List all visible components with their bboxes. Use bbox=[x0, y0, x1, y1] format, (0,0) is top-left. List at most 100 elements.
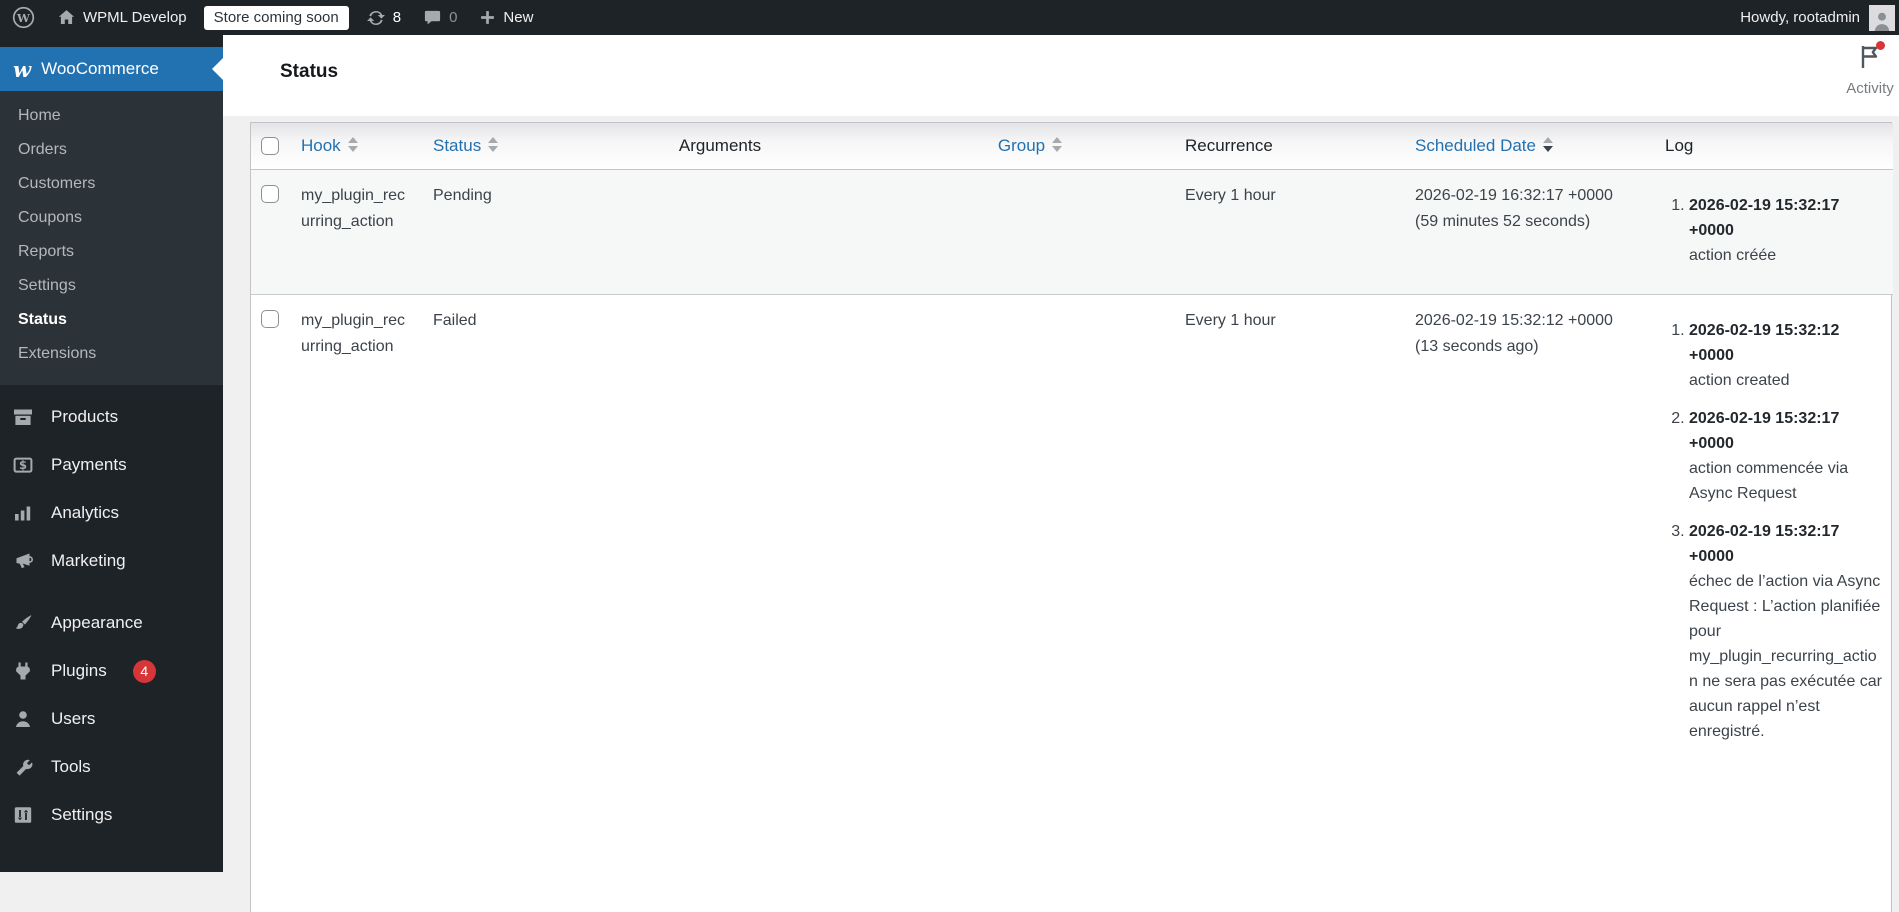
scheduled-relative: (59 minutes 52 seconds) bbox=[1415, 212, 1591, 230]
svg-text:$: $ bbox=[19, 458, 27, 472]
sidebar-item-settings[interactable]: Settings bbox=[0, 269, 223, 303]
status-cell: Pending bbox=[423, 169, 555, 295]
column-label: Arguments bbox=[678, 135, 762, 155]
updates-menu-item[interactable]: 8 bbox=[355, 0, 412, 35]
log-message: échec de l’action via Async Request : L’… bbox=[1689, 572, 1883, 740]
sidebar-item-orders[interactable]: Orders bbox=[0, 133, 223, 167]
sort-arrows-icon bbox=[488, 137, 499, 155]
sidebar-item-users[interactable]: Users bbox=[0, 695, 223, 743]
sidebar-item-status[interactable]: Status bbox=[0, 303, 223, 337]
avatar[interactable] bbox=[1869, 4, 1895, 31]
column-header-log: Log bbox=[1655, 123, 1893, 170]
log-cell: 2026-02-19 15:32:12 +0000action created2… bbox=[1655, 294, 1893, 770]
log-message: action commencée via Async Request bbox=[1689, 459, 1849, 502]
log-list: 2026-02-19 15:32:17 +0000 action créée bbox=[1665, 193, 1883, 268]
row-checkbox[interactable] bbox=[261, 184, 279, 203]
menu-separator bbox=[0, 585, 223, 599]
hook-cell: my_plugin_recurring_action bbox=[301, 311, 406, 355]
log-cell: 2026-02-19 15:32:17 +0000 action créée bbox=[1655, 169, 1893, 295]
log-entry: 2026-02-19 15:32:12 +0000 action created bbox=[1689, 318, 1883, 393]
column-label[interactable]: Hook bbox=[301, 136, 341, 155]
column-header-hook[interactable]: Hook bbox=[291, 123, 423, 170]
sidebar-item-appearance[interactable]: Appearance bbox=[0, 599, 223, 647]
activity-button[interactable]: Activity bbox=[1835, 41, 1899, 97]
sidebar-item-label: Marketing bbox=[51, 551, 126, 570]
log-entry: 2026-02-19 15:32:17 +0000 échec de l’acti… bbox=[1689, 519, 1883, 744]
settings-icon bbox=[14, 807, 32, 823]
select-all-checkbox[interactable] bbox=[261, 136, 279, 155]
sidebar-item-tools[interactable]: Tools bbox=[0, 743, 223, 791]
wordpress-logo-icon: W bbox=[12, 6, 35, 29]
log-entry: 2026-02-19 15:32:17 +0000 action créée bbox=[1689, 193, 1883, 268]
sidebar-item-label: Settings bbox=[51, 805, 113, 824]
column-header-group[interactable]: Group bbox=[885, 123, 1175, 170]
payments-icon: $ bbox=[13, 457, 33, 473]
sidebar-item-label: Users bbox=[51, 709, 96, 728]
log-entry: 2026-02-19 15:32:17 +0000 action commencé… bbox=[1689, 406, 1883, 506]
row-select-cell bbox=[251, 294, 291, 770]
sidebar-item-home[interactable]: Home bbox=[0, 99, 223, 133]
sidebar-item-plugins[interactable]: Plugins 4 bbox=[0, 647, 223, 695]
scheduled-datetime: 2026-02-19 16:32:17 +0000 bbox=[1415, 186, 1613, 204]
sidebar-item-products[interactable]: Products bbox=[0, 393, 223, 441]
new-label: New bbox=[503, 9, 534, 26]
home-icon bbox=[58, 10, 75, 24]
current-menu-arrow bbox=[212, 57, 224, 81]
column-label: Recurrence bbox=[1185, 135, 1273, 155]
sidebar-item-marketing[interactable]: Marketing bbox=[0, 537, 223, 585]
sidebar-item-coupons[interactable]: Coupons bbox=[0, 201, 223, 235]
woocommerce-logo-icon: w bbox=[13, 56, 32, 82]
tools-icon bbox=[16, 759, 33, 776]
wc-submenu: Home Orders Customers Coupons Reports Setting… bbox=[0, 91, 223, 385]
column-label[interactable]: Status bbox=[433, 136, 481, 155]
scheduled-relative: (13 seconds ago) bbox=[1415, 337, 1539, 355]
site-menu-item[interactable]: WPML Develop bbox=[46, 0, 198, 35]
sidebar-item-woocommerce[interactable]: w WooCommerce bbox=[0, 47, 224, 91]
page-header: Status Activity bbox=[223, 35, 1899, 116]
sidebar-item-analytics[interactable]: Analytics bbox=[0, 489, 223, 537]
new-menu-item[interactable]: New bbox=[468, 0, 544, 35]
hook-cell: my_plugin_recurring_action bbox=[291, 169, 423, 295]
column-header-status[interactable]: Status bbox=[423, 123, 555, 170]
howdy-text[interactable]: Howdy, rootadmin bbox=[1740, 9, 1860, 26]
sidebar-item-label: Plugins bbox=[51, 661, 107, 680]
log-message: action created bbox=[1689, 371, 1790, 389]
column-header-scheduled[interactable]: Scheduled Date bbox=[1405, 123, 1655, 170]
sidebar-item-customers[interactable]: Customers bbox=[0, 167, 223, 201]
column-header-recurrence: Recurrence bbox=[1175, 123, 1405, 170]
recurrence-cell: Every 1 hour bbox=[1185, 311, 1276, 329]
sort-arrows-icon bbox=[1542, 137, 1553, 155]
comments-menu-item[interactable]: 0 bbox=[412, 0, 468, 35]
main-menu: Products $ Payments Analytics Marketing Appea… bbox=[0, 385, 223, 839]
users-icon bbox=[16, 711, 30, 727]
wordpress-menu-item[interactable]: W bbox=[0, 0, 46, 35]
sort-arrows-icon bbox=[1052, 137, 1063, 155]
appearance-icon bbox=[15, 615, 32, 629]
svg-text:W: W bbox=[16, 11, 31, 25]
sidebar-item-extensions[interactable]: Extensions bbox=[0, 337, 223, 371]
sidebar-item-label: Payments bbox=[51, 455, 127, 474]
column-label[interactable]: Scheduled Date bbox=[1415, 136, 1536, 155]
sidebar-item-reports[interactable]: Reports bbox=[0, 235, 223, 269]
sidebar-item-label: Appearance bbox=[51, 613, 143, 632]
sidebar-item-label: Products bbox=[51, 407, 119, 426]
scheduled-date-cell: 2026-02-19 16:32:17 +0000 (59 minutes 52 … bbox=[1405, 169, 1655, 295]
arguments-cell bbox=[555, 294, 885, 770]
table-body: my_plugin_recurring_action Pending Every 1… bbox=[251, 169, 1893, 770]
log-list: 2026-02-19 15:32:12 +0000action created2… bbox=[1665, 318, 1883, 744]
scheduled-datetime: 2026-02-19 15:32:12 +0000 bbox=[1415, 311, 1613, 329]
comments-icon bbox=[424, 10, 441, 25]
sidebar-item-label: Tools bbox=[51, 757, 91, 776]
log-timestamp: 2026-02-19 15:32:12 +0000 bbox=[1689, 321, 1840, 364]
store-coming-soon-button[interactable]: Store coming soon bbox=[203, 5, 349, 30]
sidebar-item-payments[interactable]: $ Payments bbox=[0, 441, 223, 489]
marketing-icon bbox=[16, 553, 33, 569]
row-checkbox[interactable] bbox=[261, 309, 279, 328]
update-count-badge: 4 bbox=[132, 659, 156, 683]
log-timestamp: 2026-02-19 15:32:17 +0000 bbox=[1689, 196, 1840, 239]
column-label[interactable]: Group bbox=[998, 136, 1045, 155]
log-timestamp: 2026-02-19 15:32:17 +0000 bbox=[1689, 409, 1840, 452]
recurrence-cell: Every 1 hour bbox=[1175, 169, 1405, 295]
log-message: action créée bbox=[1689, 246, 1777, 264]
sidebar-item-settings[interactable]: Settings bbox=[0, 791, 223, 839]
